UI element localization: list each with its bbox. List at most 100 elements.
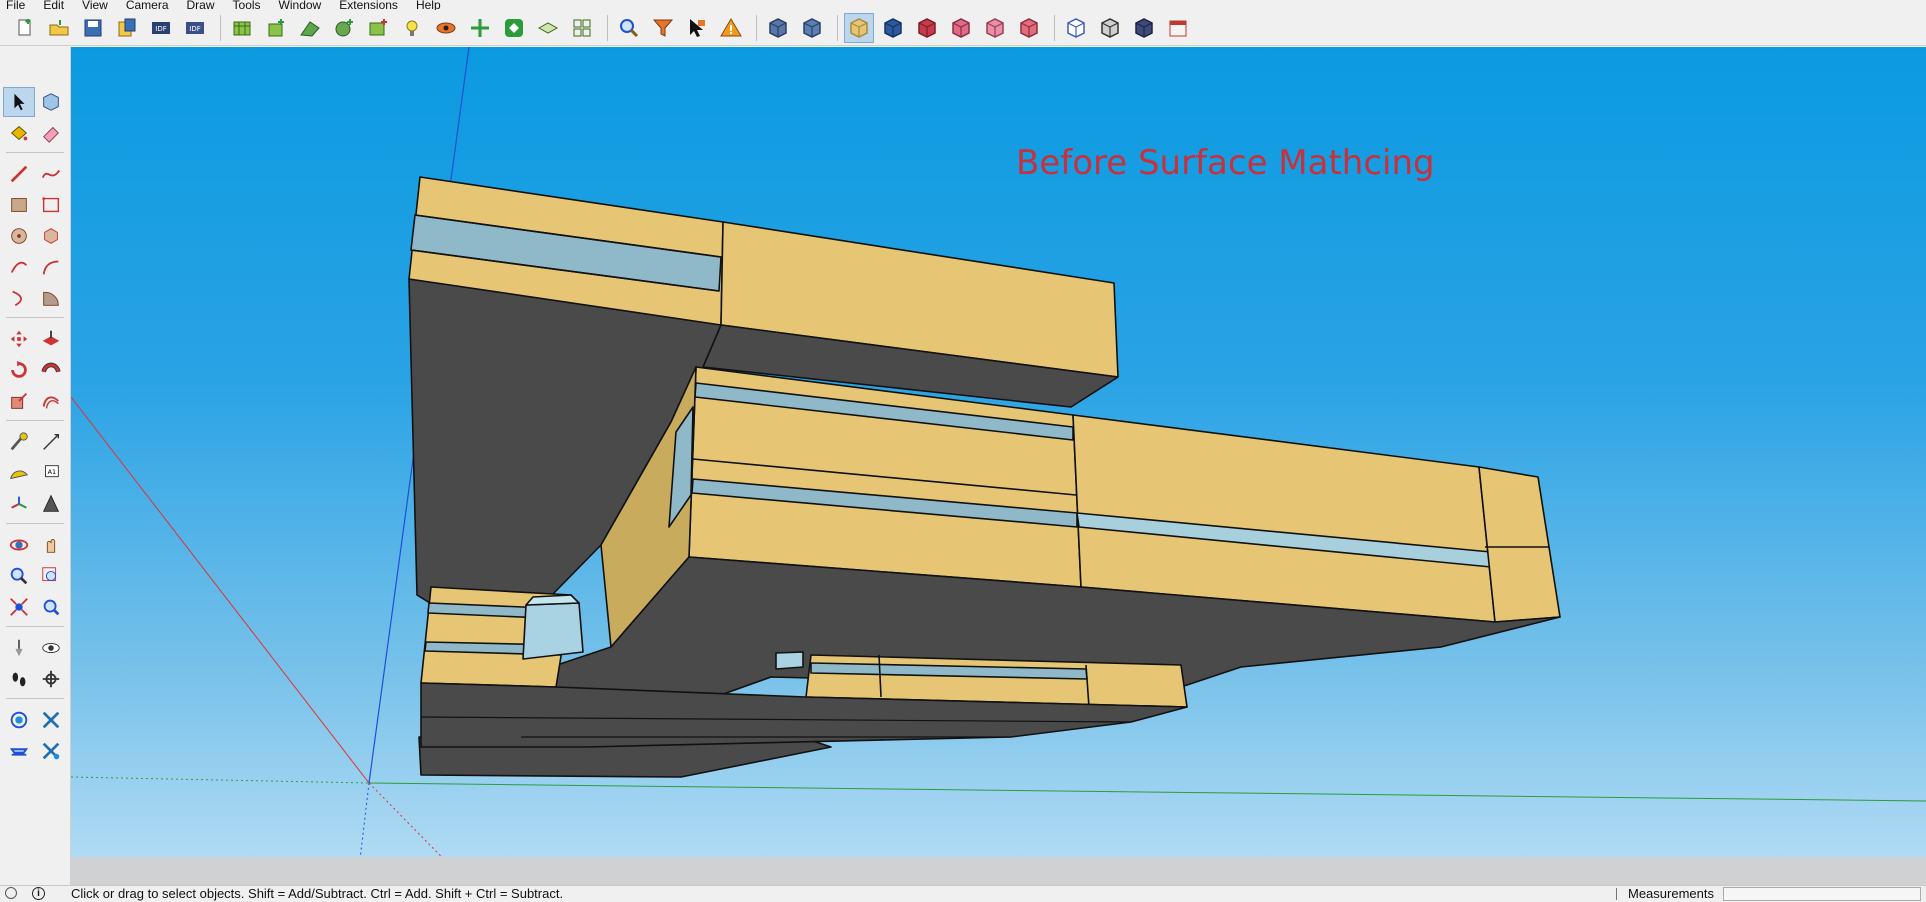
eraser-tool[interactable] (35, 118, 67, 148)
menu-camera[interactable]: Camera (126, 0, 169, 10)
recycle-button[interactable] (499, 13, 529, 43)
scale-tool[interactable] (3, 386, 35, 416)
help-cube-button[interactable] (797, 13, 827, 43)
orbit-tool[interactable] (3, 530, 35, 560)
menu-draw[interactable]: Draw (187, 0, 215, 10)
cube-dark-button[interactable] (1129, 13, 1159, 43)
annotation-text: Before Surface Mathcing (1016, 143, 1435, 183)
offset-tool[interactable] (35, 386, 67, 416)
menu-help[interactable]: Help (416, 0, 441, 10)
3d-text-tool[interactable] (35, 489, 67, 519)
save-as-button[interactable] (112, 13, 142, 43)
move-tool[interactable] (3, 324, 35, 354)
cursor-pick-button[interactable] (682, 13, 712, 43)
zone-add-button[interactable] (261, 13, 291, 43)
eye-button[interactable] (431, 13, 461, 43)
sandbox-3-tool[interactable] (3, 736, 35, 766)
arc-tool[interactable] (3, 252, 35, 282)
protractor-icon (8, 462, 30, 484)
menu-tools[interactable]: Tools (233, 0, 261, 10)
red-axis (71, 396, 370, 784)
push-pull-tool[interactable] (35, 324, 67, 354)
save-button[interactable] (78, 13, 108, 43)
polygon-tool[interactable] (35, 221, 67, 251)
line-icon (8, 163, 30, 185)
space-type-button[interactable] (363, 13, 393, 43)
component-tool[interactable] (35, 87, 67, 117)
menu-file[interactable]: File (6, 0, 25, 10)
rectangle-tool[interactable] (3, 190, 35, 220)
tool-separator (6, 698, 64, 699)
menu-window[interactable]: Window (279, 0, 322, 10)
idf-import-button[interactable]: IDF (146, 13, 176, 43)
look-around-tool[interactable] (35, 633, 67, 663)
rotate-tool[interactable] (3, 355, 35, 385)
axes-tool[interactable] (3, 489, 35, 519)
text-icon: A1 (40, 462, 62, 484)
protractor-tool[interactable] (3, 458, 35, 488)
box-blue-button[interactable] (878, 13, 908, 43)
rotated-rectangle-tool[interactable] (35, 190, 67, 220)
tool-separator (6, 420, 64, 421)
space-add-button[interactable] (227, 13, 257, 43)
two-point-arc-tool[interactable] (35, 252, 67, 282)
box-tan-icon (847, 16, 871, 40)
tool-row (0, 252, 70, 282)
tool-row (0, 190, 70, 220)
warning-button[interactable] (716, 13, 746, 43)
freehand-tool[interactable] (35, 159, 67, 189)
measurements-input[interactable] (1723, 887, 1921, 901)
box-pink-button[interactable] (946, 13, 976, 43)
sandbox-4-tool[interactable] (35, 736, 67, 766)
search-button[interactable] (614, 13, 644, 43)
zoom-extents-tool[interactable] (3, 592, 35, 622)
box-pink2-button[interactable] (980, 13, 1010, 43)
menu-extensions[interactable]: Extensions (339, 0, 398, 10)
light-button[interactable] (397, 13, 427, 43)
model-canvas[interactable] (71, 47, 1926, 885)
circle-tool[interactable] (3, 221, 35, 251)
box-red-button[interactable] (912, 13, 942, 43)
calendar-button[interactable] (1163, 13, 1193, 43)
line-tool[interactable] (3, 159, 35, 189)
paint-bucket-tool[interactable] (3, 118, 35, 148)
previous-tool[interactable] (35, 592, 67, 622)
open-button[interactable] (44, 13, 74, 43)
arrows-button[interactable] (465, 13, 495, 43)
sandbox-2-tool[interactable] (35, 705, 67, 735)
position-camera-tool[interactable] (3, 633, 35, 663)
zoom-window-tool[interactable] (35, 561, 67, 591)
modeling-viewport[interactable]: Before Surface Mathcing (71, 47, 1926, 885)
pie-tool[interactable] (35, 283, 67, 313)
sandbox-1-tool[interactable] (3, 705, 35, 735)
pan-tool[interactable] (35, 530, 67, 560)
cube-grid-button[interactable] (1095, 13, 1125, 43)
tape-measure-tool[interactable] (3, 427, 35, 457)
dimension-tool[interactable] (35, 427, 67, 457)
layers-button[interactable] (533, 13, 563, 43)
menu-edit[interactable]: Edit (43, 0, 64, 10)
filter-button[interactable] (648, 13, 678, 43)
menu-view[interactable]: View (82, 0, 108, 10)
zoom-tool[interactable] (3, 561, 35, 591)
box-tan-button[interactable] (844, 12, 874, 43)
three-point-arc-tool[interactable] (3, 283, 35, 313)
new-file-button[interactable] (10, 13, 40, 43)
cube-blue-icon (766, 16, 790, 40)
idf-export-button[interactable]: IDF (180, 13, 210, 43)
thermal-zone-button[interactable] (329, 13, 359, 43)
grid-button[interactable] (567, 13, 597, 43)
look-around-icon (40, 637, 62, 659)
box-pink3-button[interactable] (1014, 13, 1044, 43)
cube-wire-button[interactable] (1061, 13, 1091, 43)
text-tool[interactable]: A1 (35, 458, 67, 488)
geolocation-icon[interactable] (5, 887, 17, 899)
walk-tool[interactable] (3, 664, 35, 694)
building-model[interactable] (408, 176, 1561, 778)
surface-add-button[interactable] (295, 13, 325, 43)
follow-me-tool[interactable] (35, 355, 67, 385)
section-plane-tool[interactable] (35, 664, 67, 694)
info-icon[interactable]: i (32, 887, 45, 900)
cube-blue-button[interactable] (763, 13, 793, 43)
select-tool[interactable] (3, 87, 35, 117)
